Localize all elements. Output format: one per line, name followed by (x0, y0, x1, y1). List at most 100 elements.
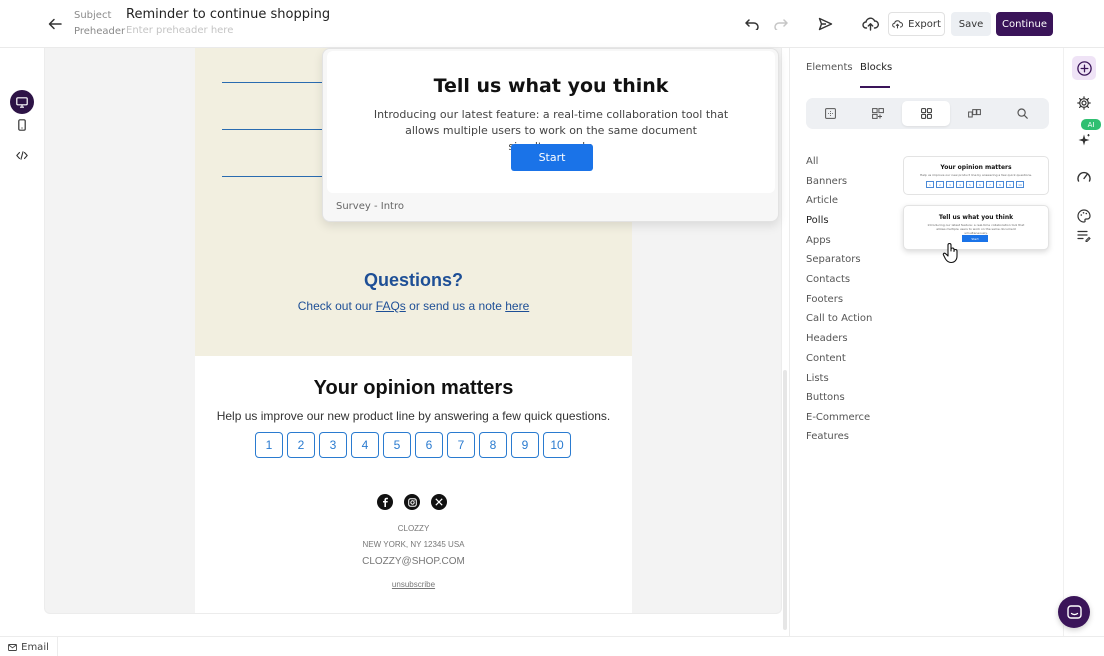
block-thumbnail-survey-intro[interactable]: Tell us what you think Introducing our l… (903, 205, 1049, 250)
hand-cursor-icon (942, 242, 960, 268)
divider-line (222, 176, 332, 177)
category-buttons[interactable]: Buttons (806, 392, 845, 403)
thumbnail-rating: 4 (956, 181, 964, 188)
redo-icon[interactable] (771, 14, 791, 34)
facebook-icon[interactable] (377, 494, 393, 510)
columns-layout-icon[interactable] (950, 101, 998, 126)
thumbnail-rating: 5 (966, 181, 974, 188)
add-block-icon[interactable] (1072, 56, 1096, 80)
category-features[interactable]: Features (806, 431, 849, 442)
export-label: Export (908, 18, 941, 30)
instagram-icon[interactable] (404, 494, 420, 510)
rating-button-2[interactable]: 2 (287, 432, 315, 458)
opinion-title: Your opinion matters (313, 377, 514, 399)
grid-layout-icon[interactable] (902, 101, 950, 126)
code-view-icon[interactable] (10, 143, 34, 167)
category-headers[interactable]: Headers (806, 333, 848, 344)
send-icon[interactable] (815, 14, 835, 34)
start-button[interactable]: Start (511, 144, 593, 171)
category-banners[interactable]: Banners (806, 176, 847, 187)
thumbnail-start-button: Start (962, 235, 988, 242)
unsubscribe-link[interactable]: unsubscribe (392, 580, 435, 589)
canvas-scrollbar[interactable] (783, 370, 787, 630)
footer-address: NEW YORK, NY 12345 USA (362, 540, 465, 549)
questions-middle: or send us a note (405, 299, 506, 313)
search-icon[interactable] (998, 101, 1046, 126)
category-lists[interactable]: Lists (806, 373, 829, 384)
thumbnail-rating: 6 (976, 181, 984, 188)
rating-button-9[interactable]: 9 (511, 432, 539, 458)
tab-elements[interactable]: Elements (806, 62, 853, 73)
rating-button-5[interactable]: 5 (383, 432, 411, 458)
thumbnail-rating: 7 (986, 181, 994, 188)
x-twitter-icon[interactable] (431, 494, 447, 510)
export-button[interactable]: Export (888, 12, 945, 36)
mixed-layout-icon[interactable] (854, 101, 902, 126)
category-all[interactable]: All (806, 156, 818, 167)
thumbnail-scale: 1 2 3 4 5 6 7 8 9 10 (926, 181, 1024, 188)
faqs-link[interactable]: FAQs (376, 299, 406, 313)
here-link[interactable]: here (505, 299, 529, 313)
undo-icon[interactable] (742, 14, 762, 34)
category-contacts[interactable]: Contacts (806, 274, 850, 285)
save-button[interactable]: Save (951, 12, 991, 36)
envelope-icon (8, 643, 18, 651)
rating-button-7[interactable]: 7 (447, 432, 475, 458)
mobile-view-icon[interactable] (10, 113, 34, 137)
top-bar: Subject Preheader Reminder to continue s… (0, 0, 1104, 48)
category-footers[interactable]: Footers (806, 294, 843, 305)
email-tab[interactable]: Email (0, 637, 58, 656)
thumbnail-rating: 8 (996, 181, 1004, 188)
questions-prefix: Check out our (297, 299, 376, 313)
popover-preview: Tell us what you think Introducing our l… (327, 51, 775, 193)
upload-cloud-icon[interactable] (860, 14, 880, 34)
divider-line (222, 129, 332, 130)
category-e-commerce[interactable]: E-Commerce (806, 412, 870, 423)
settings-gear-icon[interactable] (1072, 91, 1096, 115)
category-separators[interactable]: Separators (806, 254, 861, 265)
thumbnail-rating: 1 (926, 181, 934, 188)
category-polls[interactable]: Polls (806, 215, 829, 226)
tools-rail (1063, 48, 1104, 636)
desktop-view-icon[interactable] (10, 90, 34, 114)
questions-text: Check out our FAQs or send us a note her… (195, 299, 632, 313)
thumbnail-rating: 3 (946, 181, 954, 188)
popover-block-name: Survey - Intro (336, 201, 404, 212)
footer-unsubscribe-row: unsubscribe (195, 580, 632, 589)
email-tab-label: Email (21, 641, 49, 653)
rating-button-8[interactable]: 8 (479, 432, 507, 458)
tab-blocks[interactable]: Blocks (860, 62, 892, 73)
text-style-icon[interactable] (1072, 224, 1096, 248)
social-links (377, 494, 447, 510)
rating-button-6[interactable]: 6 (415, 432, 443, 458)
category-article[interactable]: Article (806, 195, 838, 206)
rating-button-4[interactable]: 4 (351, 432, 379, 458)
left-rail (0, 48, 44, 636)
subject-label: Subject (74, 10, 112, 21)
opinion-text: Help us improve our new product line by … (216, 409, 611, 423)
rating-button-10[interactable]: 10 (543, 432, 571, 458)
continue-button[interactable]: Continue (996, 12, 1053, 36)
preheader-input[interactable] (126, 25, 346, 36)
rating-button-3[interactable]: 3 (319, 432, 347, 458)
rating-scale: 1 2 3 4 5 6 7 8 9 10 (255, 432, 571, 458)
thumbnail-rating: 10 (1016, 181, 1024, 188)
category-apps[interactable]: Apps (806, 235, 831, 246)
thumbnail-text: Introducing our latest feature: a real-t… (927, 223, 1025, 235)
block-layout-selector (806, 98, 1049, 129)
footer-email: CLOZZY@SHOP.COM (362, 556, 465, 567)
bottom-bar: Email (0, 636, 1104, 656)
rating-button-1[interactable]: 1 (255, 432, 283, 458)
thumbnail-title: Your opinion matters (940, 164, 1012, 171)
block-thumbnail-opinion[interactable]: Your opinion matters Help us improve our… (903, 156, 1049, 195)
single-layout-icon[interactable] (806, 101, 854, 126)
blocks-panel: Elements Blocks All Banners Article Poll… (789, 48, 1063, 636)
speed-gauge-icon[interactable] (1072, 164, 1096, 188)
category-content[interactable]: Content (806, 353, 846, 364)
ai-badge: AI (1081, 119, 1101, 130)
back-arrow-icon[interactable] (44, 13, 66, 35)
subject-field[interactable]: Reminder to continue shopping (126, 7, 330, 22)
category-call-to-action[interactable]: Call to Action (806, 313, 872, 324)
chat-support-icon[interactable] (1058, 596, 1090, 628)
ai-sparkle-icon[interactable] (1072, 128, 1096, 152)
